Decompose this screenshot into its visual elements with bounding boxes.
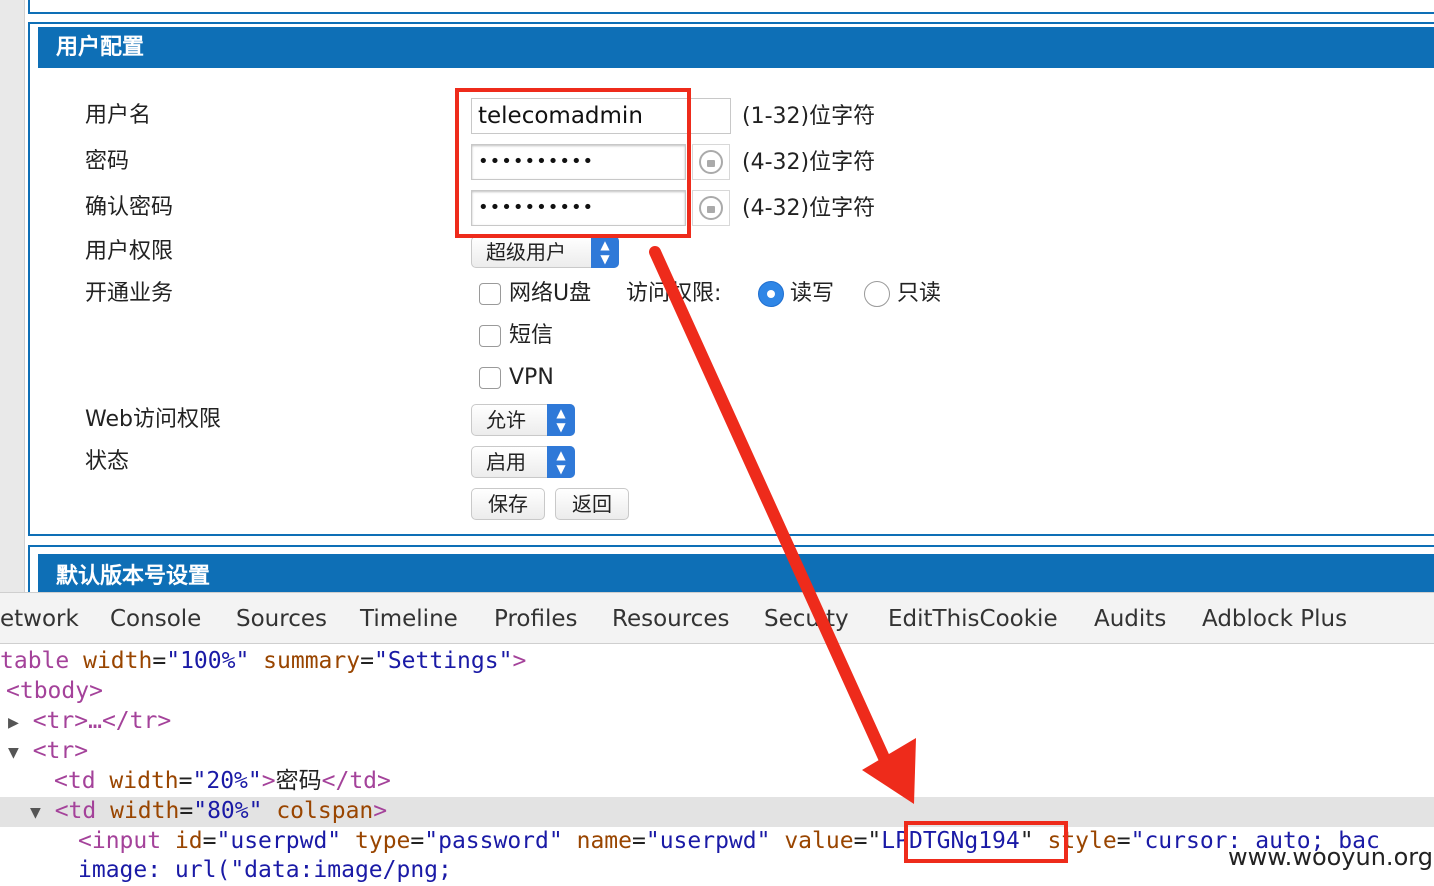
status-select-value: 启用 bbox=[486, 450, 526, 474]
collapse-triangle-icon[interactable]: ▼ bbox=[8, 742, 19, 763]
tab-resources[interactable]: Resources bbox=[612, 593, 729, 645]
privilege-select-value: 超级用户 bbox=[486, 240, 566, 264]
confirm-password-label: 确认密码 bbox=[85, 195, 174, 220]
annotation-box-password-value bbox=[904, 821, 1068, 863]
vpn-label: VPN bbox=[509, 365, 554, 390]
watermark: www.wooyun.org bbox=[1228, 843, 1433, 871]
tab-security-end[interactable]: ty bbox=[826, 593, 849, 645]
access-ro-label: 只读 bbox=[897, 281, 942, 306]
page-left-margin bbox=[0, 0, 24, 592]
tab-profiles[interactable]: Profiles bbox=[494, 593, 578, 645]
netdisk-checkbox[interactable] bbox=[479, 283, 501, 305]
code-line-tr-collapsed[interactable]: ▶ <tr>…</tr> bbox=[8, 706, 171, 738]
back-button[interactable]: 返回 bbox=[555, 488, 629, 520]
netdisk-label: 网络U盘 bbox=[509, 281, 592, 306]
web-access-select[interactable]: 允许 ▲ ▼ bbox=[471, 404, 575, 436]
previous-panel-edge bbox=[28, 0, 1434, 14]
panel-title: 用户配置 bbox=[38, 27, 1434, 68]
access-rw-label: 读写 bbox=[790, 281, 835, 306]
access-rw-radio[interactable] bbox=[758, 281, 784, 307]
code-line-tbody[interactable]: <tbody> bbox=[6, 676, 103, 706]
tab-sources[interactable]: Sources bbox=[236, 593, 327, 645]
code-line-table[interactable]: table width="100%" summary="Settings"> bbox=[0, 646, 526, 676]
tab-audits[interactable]: Audits bbox=[1094, 593, 1166, 645]
tab-adblock-plus[interactable]: Adblock Plus bbox=[1202, 593, 1347, 645]
page-left-border bbox=[24, 0, 25, 592]
services-label: 开通业务 bbox=[85, 281, 174, 306]
password-key-icon[interactable] bbox=[692, 144, 730, 180]
code-line-td-input[interactable]: ▼ <td width="80%" colspan> bbox=[30, 796, 387, 828]
password-hint: (4-32)位字符 bbox=[742, 150, 876, 175]
access-ro-radio[interactable] bbox=[864, 281, 890, 307]
privilege-label: 用户权限 bbox=[85, 239, 174, 264]
confirm-key-icon[interactable] bbox=[692, 190, 730, 226]
tab-security-start[interactable]: Secu bbox=[764, 593, 820, 645]
web-access-label: Web访问权限 bbox=[85, 407, 221, 432]
tab-editthiscookie[interactable]: EditThisCookie bbox=[888, 593, 1058, 645]
code-line-style-cont: image: url("data:image/png; bbox=[78, 857, 452, 883]
username-label: 用户名 bbox=[85, 103, 152, 128]
tab-console[interactable]: Console bbox=[110, 593, 201, 645]
tab-network[interactable]: etwork bbox=[0, 593, 79, 645]
version-panel-title: 默认版本号设置 bbox=[38, 554, 1434, 592]
code-line-input[interactable]: <input id="userpwd" type="password" name… bbox=[78, 826, 1380, 856]
status-label: 状态 bbox=[85, 449, 130, 474]
privilege-select[interactable]: 超级用户 ▲ ▼ bbox=[471, 236, 619, 268]
expand-triangle-icon[interactable]: ▶ bbox=[8, 712, 19, 733]
annotation-box-credentials bbox=[455, 88, 691, 238]
select-arrows-icon: ▲ ▼ bbox=[547, 404, 575, 436]
vpn-checkbox[interactable] bbox=[479, 367, 501, 389]
sms-label: 短信 bbox=[509, 323, 554, 348]
username-hint: (1-32)位字符 bbox=[742, 104, 876, 129]
web-access-select-value: 允许 bbox=[486, 408, 526, 432]
code-line-td-label[interactable]: <td width="20%">密码</td> bbox=[54, 766, 391, 796]
access-label: 访问权限: bbox=[626, 281, 722, 306]
save-button[interactable]: 保存 bbox=[471, 488, 545, 520]
select-arrows-icon: ▲ ▼ bbox=[547, 446, 575, 478]
tab-timeline[interactable]: Timeline bbox=[360, 593, 458, 645]
password-label: 密码 bbox=[85, 149, 130, 174]
code-line-tr-expanded[interactable]: ▼ <tr> bbox=[8, 736, 88, 768]
sms-checkbox[interactable] bbox=[479, 325, 501, 347]
user-config-panel bbox=[28, 22, 1434, 536]
status-select[interactable]: 启用 ▲ ▼ bbox=[471, 446, 575, 478]
select-arrows-icon: ▲ ▼ bbox=[591, 236, 619, 268]
confirm-password-hint: (4-32)位字符 bbox=[742, 196, 876, 221]
devtools-tabbar: etwork Console Sources Timeline Profiles… bbox=[0, 592, 1434, 644]
collapse-triangle-icon[interactable]: ▼ bbox=[30, 802, 41, 823]
